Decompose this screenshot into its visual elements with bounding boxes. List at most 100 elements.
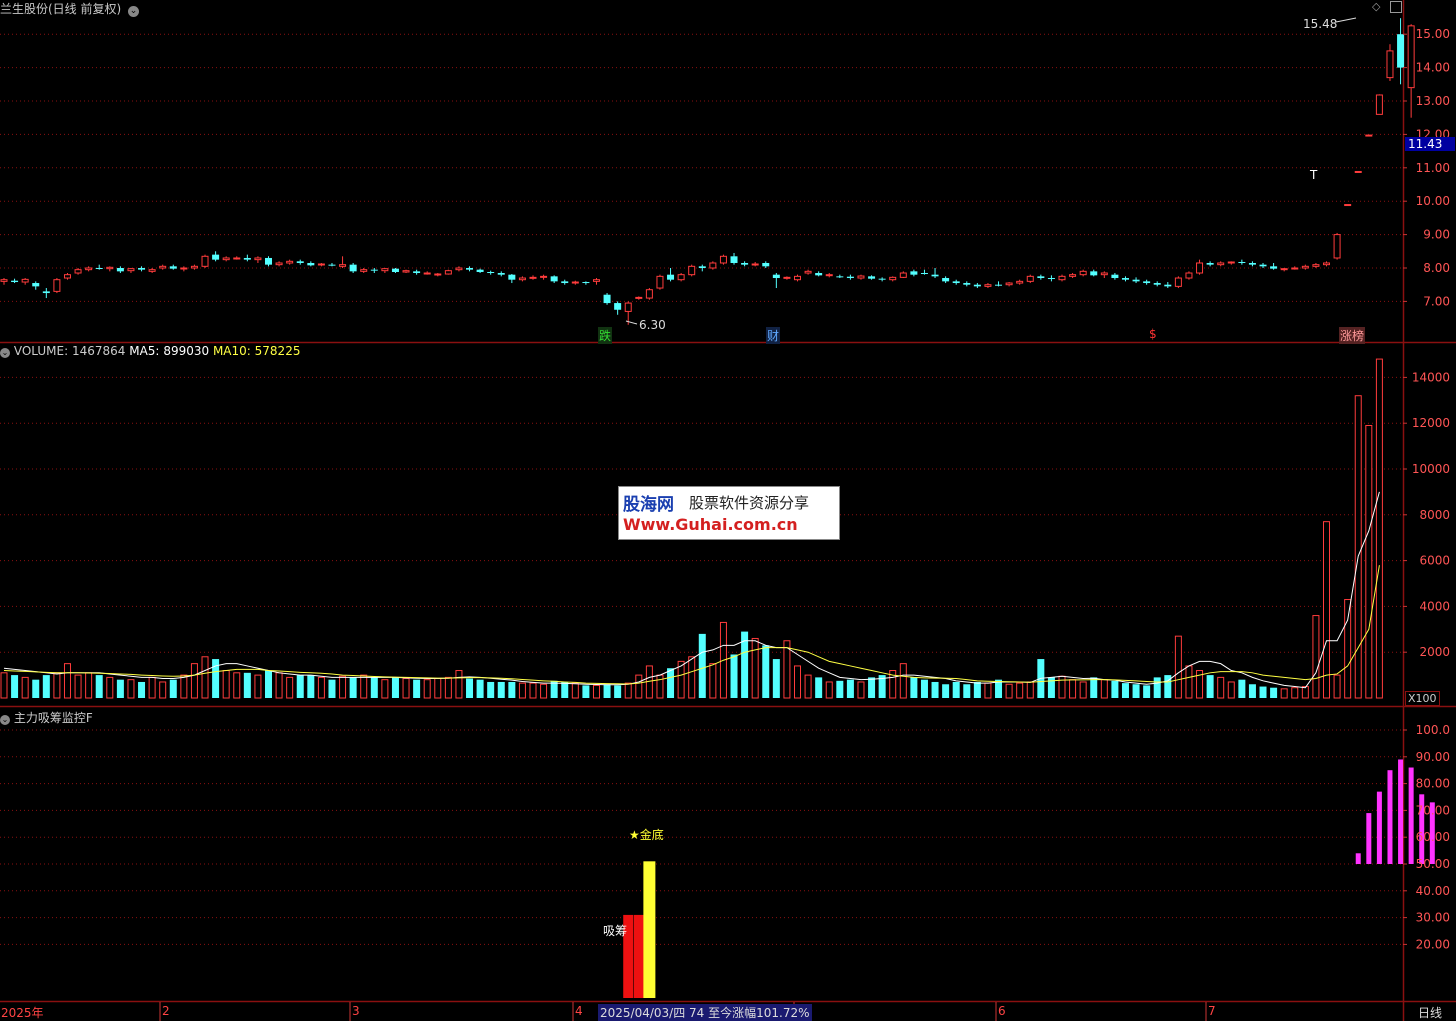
candle-body [476,269,484,273]
control-magenta-bar [1355,853,1361,864]
candle-body [1037,276,1045,279]
candle-body [444,270,452,275]
gold-bottom-bar [643,861,656,998]
current-price-label: 11.43 [1405,137,1455,151]
volume-bar [95,675,103,698]
watermark-url: Www.Guhai.com.cn [623,515,798,534]
volume-bar [794,665,801,699]
volume-tick-label: 10000 [1412,462,1450,476]
candle-body [751,263,759,266]
volume-bar [698,633,706,698]
candle-body [116,268,124,272]
volume-bar [1005,683,1013,699]
candle-body [1344,204,1352,207]
indicator-tick-label: 20.00 [1416,937,1450,951]
volume-bar [42,675,50,698]
volume-bar [0,672,8,699]
candle-body [772,274,780,279]
indicator-header[interactable]: ⌄ 主力吸筹监控F [0,709,93,726]
candle-body [592,279,600,282]
candle-body [529,276,537,279]
chevron-down-icon[interactable]: ⌄ [0,715,10,725]
volume-bar [1185,665,1193,699]
candle-body [1354,170,1362,173]
volume-bar [328,679,336,698]
candle-body [85,267,93,271]
candle-body [836,276,844,278]
price-tick-label: 8.00 [1423,261,1450,275]
indicator-tick-label: 30.00 [1416,911,1450,925]
volume-bar [846,679,854,698]
volume-bar [402,678,410,699]
candle-body [466,268,474,270]
control-magenta-bar [1376,791,1382,864]
candle-body [508,274,516,280]
volume-bar [1153,677,1161,698]
volume-bar [1291,687,1299,699]
candle-body [1227,261,1235,264]
candle-body [1121,278,1129,280]
volume-bar [233,672,241,699]
candle-body [455,267,463,271]
volume-header[interactable]: ⌄ VOLUME: 1467864 MA5: 899030 MA10: 5782… [0,344,300,358]
candle-body [402,270,410,273]
candle-body [540,275,548,278]
volume-bar [614,685,622,698]
volume-bar [127,679,135,699]
candle-body [1005,282,1013,286]
volume-bar [1217,676,1225,699]
candle-body [645,289,653,299]
candle-body [286,260,294,264]
period-label[interactable]: 日线 [1418,1004,1442,1021]
candle-body [21,278,29,283]
volume-bar [836,680,844,698]
candle-body [169,266,177,269]
volume-bar [370,677,378,698]
volume-bar [1280,688,1288,699]
marker-cai[interactable]: 财 [766,327,781,344]
ma10-label: MA10: [212,344,251,358]
candle-body [296,261,304,263]
volume-bar [688,656,696,699]
volume-tick-label: 12000 [1412,416,1450,430]
volume-bar [243,672,251,698]
cursor-info: 2025/04/03/四 74 至今涨幅101.72% [598,1004,812,1021]
volume-bar [497,681,505,698]
volume-bar [571,682,579,699]
volume-bar [1016,682,1024,699]
candle-body [1248,262,1256,265]
volume-value: 1467864 [71,344,126,358]
diamond-icon[interactable]: ◇ [1372,0,1380,13]
candle-body [413,271,421,274]
volume-bar [910,677,918,698]
volume-bar [1248,684,1256,698]
volume-bar [635,674,643,699]
chevron-down-icon[interactable]: ⌄ [128,6,140,17]
volume-bar [942,684,950,698]
candle-body [1058,275,1066,281]
volume-bar [762,645,770,698]
volume-bar [413,679,421,698]
volume-bar [709,663,717,699]
volume-bar [1312,615,1320,699]
candle-body [243,257,251,260]
volume-bar [667,668,675,698]
marker-die[interactable]: 跌 [598,327,613,344]
price-tick-label: 13.00 [1416,94,1450,108]
candle-body [148,269,156,272]
candle-body [1026,275,1034,282]
chevron-down-icon[interactable]: ⌄ [0,348,10,358]
volume-bar [138,681,146,698]
candle-body [233,257,241,260]
volume-name: VOLUME: [13,344,69,358]
volume-bar [11,675,19,698]
volume-bar [1111,680,1119,698]
watermark-slogan: 股票软件资源分享 [689,494,810,512]
marker-dollar[interactable]: $ [1149,327,1157,341]
stock-title[interactable]: 兰生股份(日线 前复权) ⌄ [0,0,140,17]
panel-toggle-icon[interactable] [1390,1,1402,13]
volume-bar [825,681,833,699]
absorb-red-bar [633,914,644,998]
marker-zhangbang[interactable]: 涨榜 [1339,327,1366,344]
volume-bar [222,670,230,699]
